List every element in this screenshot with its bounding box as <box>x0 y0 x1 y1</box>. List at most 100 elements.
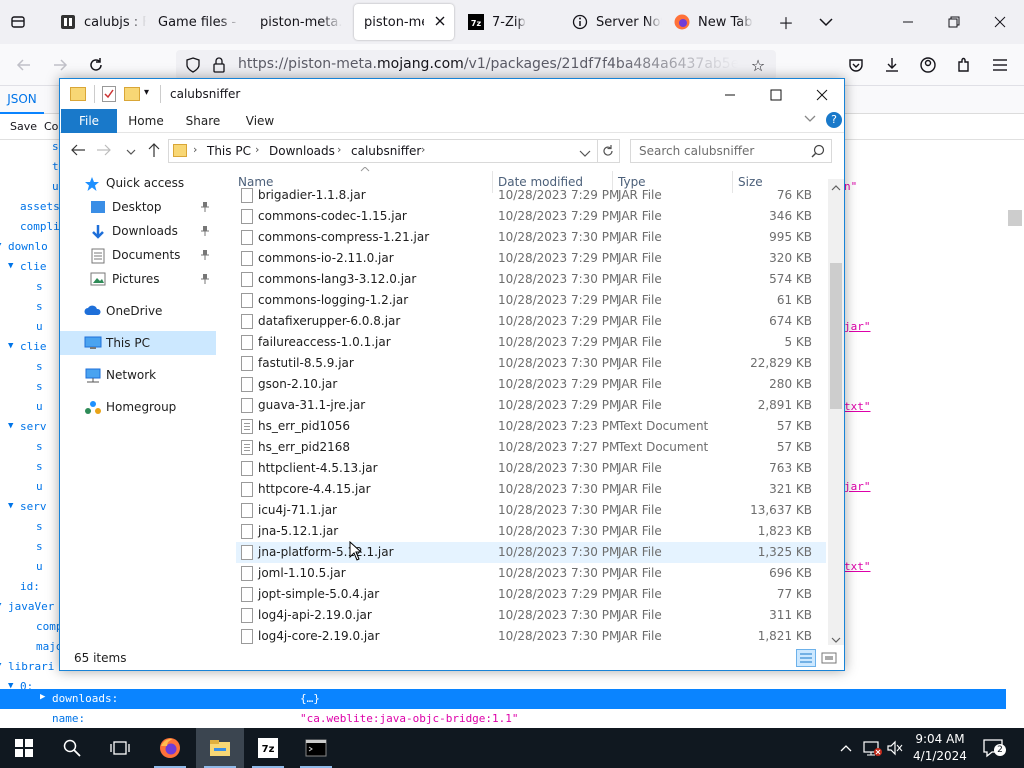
nav-item-homegroup[interactable]: Homegroup <box>60 395 216 419</box>
up-icon[interactable] <box>146 142 162 158</box>
file-row[interactable]: httpcore-4.4.15.jar 10/28/2023 7:30 PM JAR… <box>236 479 826 500</box>
chevron-right-icon[interactable]: › <box>255 143 259 156</box>
pocket-icon[interactable] <box>846 55 866 75</box>
nav-item-quick-access[interactable]: Quick access <box>60 171 216 195</box>
json-key[interactable]: s <box>36 540 43 553</box>
close-window-icon[interactable] <box>990 12 1010 32</box>
file-row[interactable]: log4j-api-2.19.0.jar 10/28/2023 7:30 PM JA… <box>236 605 826 626</box>
json-key[interactable]: u <box>36 480 43 493</box>
forward-icon[interactable] <box>96 143 114 157</box>
save-button[interactable]: Save <box>10 120 37 133</box>
file-row[interactable]: jopt-simple-5.0.4.jar 10/28/2023 7:29 PM J… <box>236 584 826 605</box>
json-key[interactable]: s <box>36 440 43 453</box>
action-center-icon[interactable]: 2 <box>980 736 1008 760</box>
tab-2[interactable]: Game files - wi <box>148 4 244 40</box>
firefox-view-icon[interactable] <box>8 12 28 32</box>
file-row[interactable]: commons-compress-1.21.jar 10/28/2023 7:30… <box>236 227 826 248</box>
details-view-icon[interactable] <box>796 649 816 667</box>
task-view-icon[interactable] <box>96 728 144 768</box>
nav-item-downloads[interactable]: Downloads <box>60 219 216 243</box>
file-row[interactable]: commons-io-2.11.0.jar 10/28/2023 7:29 PM J… <box>236 248 826 269</box>
json-key[interactable]: id: <box>20 580 40 593</box>
file-row[interactable]: icu4j-71.1.jar 10/28/2023 7:30 PM JAR File… <box>236 500 826 521</box>
tab-json[interactable]: JSON <box>0 86 44 114</box>
json-expand-toggle-icon[interactable]: ▼ <box>0 241 1 251</box>
breadcrumb-downloads[interactable]: Downloads <box>269 144 335 158</box>
file-row[interactable]: jna-5.12.1.jar 10/28/2023 7:30 PM JAR File… <box>236 521 826 542</box>
json-key[interactable]: clie <box>20 340 47 353</box>
json-selected-row[interactable]: ▶ downloads: {…} <box>0 689 1006 709</box>
minimize-icon[interactable] <box>720 85 740 105</box>
file-row[interactable]: log4j-core-2.19.0.jar 10/28/2023 7:30 PM J… <box>236 626 826 647</box>
file-row[interactable]: commons-codec-1.15.jar 10/28/2023 7:29 PM… <box>236 206 826 227</box>
search-icon[interactable] <box>811 144 825 158</box>
file-list-scrollbar[interactable] <box>828 179 844 645</box>
large-icons-view-icon[interactable] <box>820 650 838 666</box>
json-value[interactable]: txt" <box>844 560 871 573</box>
json-value[interactable]: jar" <box>844 480 871 493</box>
json-name-row[interactable]: name: "ca.weblite:java-objc-bridge:1.1" <box>0 709 1024 728</box>
tab-home[interactable]: Home <box>124 109 168 133</box>
lock-icon[interactable] <box>210 56 228 74</box>
back-icon[interactable] <box>70 143 88 157</box>
file-row[interactable]: jna-platform-5.12.1.jar 10/28/2023 7:30 P… <box>236 542 826 563</box>
start-icon[interactable] <box>0 728 48 768</box>
json-value[interactable]: jar" <box>844 320 871 333</box>
file-row[interactable]: brigadier-1.1.8.jar 10/28/2023 7:29 PM JAR… <box>236 185 826 206</box>
tab-1[interactable]: calubjs : Fr <box>50 4 146 40</box>
file-row[interactable]: guava-31.1-jre.jar 10/28/2023 7:29 PM JAR … <box>236 395 826 416</box>
network-status-icon[interactable] <box>862 739 882 757</box>
file-row[interactable]: fastutil-8.5.9.jar 10/28/2023 7:30 PM JAR … <box>236 353 826 374</box>
file-row[interactable]: hs_err_pid1056 10/28/2023 7:23 PM Text Doc… <box>236 416 826 437</box>
json-scrollbar-thumb[interactable] <box>1008 210 1022 226</box>
file-row[interactable]: httpclient-4.5.13.jar 10/28/2023 7:30 PM J… <box>236 458 826 479</box>
new-tab-icon[interactable]: ＋ <box>776 12 796 33</box>
bookmark-star-icon[interactable]: ☆ <box>748 55 768 75</box>
address-bar[interactable]: › This PC › Downloads › calubsniffer › <box>168 139 598 163</box>
url-bar[interactable]: https://piston-meta.mojang.com/v1/packag… <box>176 50 776 80</box>
json-key[interactable]: s <box>36 280 43 293</box>
chevron-right-icon[interactable]: › <box>337 143 341 156</box>
file-explorer-icon[interactable] <box>196 728 244 768</box>
chevron-right-icon[interactable]: › <box>193 143 197 156</box>
url-text[interactable]: https://piston-meta.mojang.com/v1/packag… <box>238 56 738 72</box>
help-icon[interactable]: ? <box>826 112 842 128</box>
maximize-icon[interactable] <box>766 85 786 105</box>
tab-4[interactable]: piston-meta <box>354 4 454 40</box>
back-icon[interactable] <box>14 55 34 75</box>
volume-muted-icon[interactable] <box>886 739 904 757</box>
file-row[interactable]: hs_err_pid2168 10/28/2023 7:27 PM Text Doc… <box>236 437 826 458</box>
quick-access-toolbar-dropdown-icon[interactable]: ▾ <box>144 87 149 98</box>
restore-icon[interactable] <box>944 12 964 32</box>
tab-5[interactable]: 7z 7-Zip <box>458 4 558 40</box>
new-folder-icon[interactable] <box>124 87 140 101</box>
tab-file[interactable]: File <box>61 109 117 133</box>
json-expand-toggle-icon[interactable]: ▼ <box>8 421 13 431</box>
nav-item-onedrive[interactable]: OneDrive <box>60 299 216 323</box>
nav-item-network[interactable]: Network <box>60 363 216 387</box>
file-row[interactable]: failureaccess-1.0.1.jar 10/28/2023 7:29 P… <box>236 332 826 353</box>
json-expand-toggle-icon[interactable]: ▼ <box>8 341 13 351</box>
firefox-icon[interactable] <box>146 728 194 768</box>
refresh-icon[interactable] <box>598 139 620 163</box>
nav-item-this-pc[interactable]: This PC <box>60 331 216 355</box>
json-value[interactable]: n" <box>844 180 857 193</box>
minimize-icon[interactable] <box>898 12 918 32</box>
scrollbar-thumb[interactable] <box>830 263 842 409</box>
expand-ribbon-icon[interactable] <box>804 115 816 126</box>
file-row[interactable]: datafixerupper-6.0.8.jar 10/28/2023 7:29 … <box>236 311 826 332</box>
properties-icon[interactable] <box>102 86 116 102</box>
show-hidden-icons-icon[interactable] <box>838 740 854 756</box>
json-expand-toggle-icon[interactable]: ▼ <box>8 261 13 271</box>
json-key[interactable]: u <box>36 400 43 413</box>
file-row[interactable]: commons-lang3-3.12.0.jar 10/28/2023 7:30 … <box>236 269 826 290</box>
file-row[interactable]: joml-1.10.5.jar 10/28/2023 7:30 PM JAR Fil… <box>236 563 826 584</box>
system-clock[interactable]: 9:04 AM 4/1/2024 <box>908 731 972 765</box>
breadcrumb-calubsniffer[interactable]: calubsniffer <box>351 144 421 158</box>
json-key[interactable]: downlo <box>8 240 48 253</box>
file-row[interactable]: gson-2.10.jar 10/28/2023 7:29 PM JAR File 2… <box>236 374 826 395</box>
json-key[interactable]: librari <box>8 660 54 673</box>
json-key[interactable]: s <box>36 520 43 533</box>
nav-item-pictures[interactable]: Pictures <box>60 267 216 291</box>
json-key[interactable]: s <box>36 360 43 373</box>
